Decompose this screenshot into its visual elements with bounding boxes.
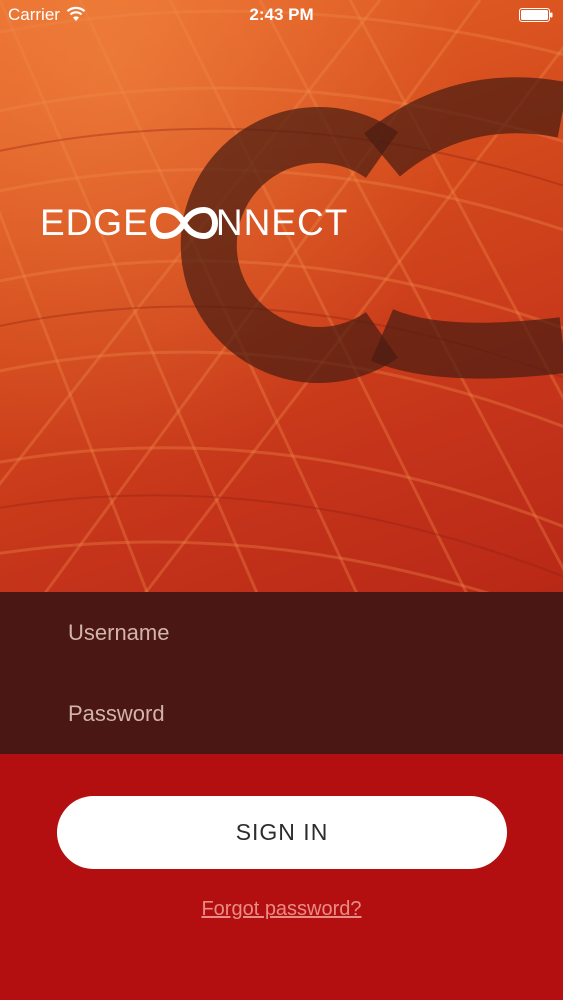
logo-suffix: NNECT [215, 202, 349, 243]
edgeconnect-logo: EDGE NNECT [40, 202, 349, 243]
password-row [0, 673, 563, 754]
logo-prefix: EDGE [40, 202, 149, 243]
clock: 2:43 PM [249, 5, 314, 24]
battery-icon [519, 8, 553, 22]
status-bar: Carrier 2:43 PM [0, 0, 563, 30]
infinity-icon [149, 206, 218, 240]
password-input[interactable] [68, 673, 508, 754]
sign-in-button[interactable]: SIGN IN [57, 796, 507, 869]
username-row [0, 592, 563, 673]
large-infinity-watermark [180, 77, 563, 383]
username-input[interactable] [68, 592, 508, 673]
login-form [0, 592, 563, 754]
hero-background: EDGE NNECT [0, 0, 563, 592]
forgot-password-link[interactable]: Forgot password? [0, 898, 563, 921]
